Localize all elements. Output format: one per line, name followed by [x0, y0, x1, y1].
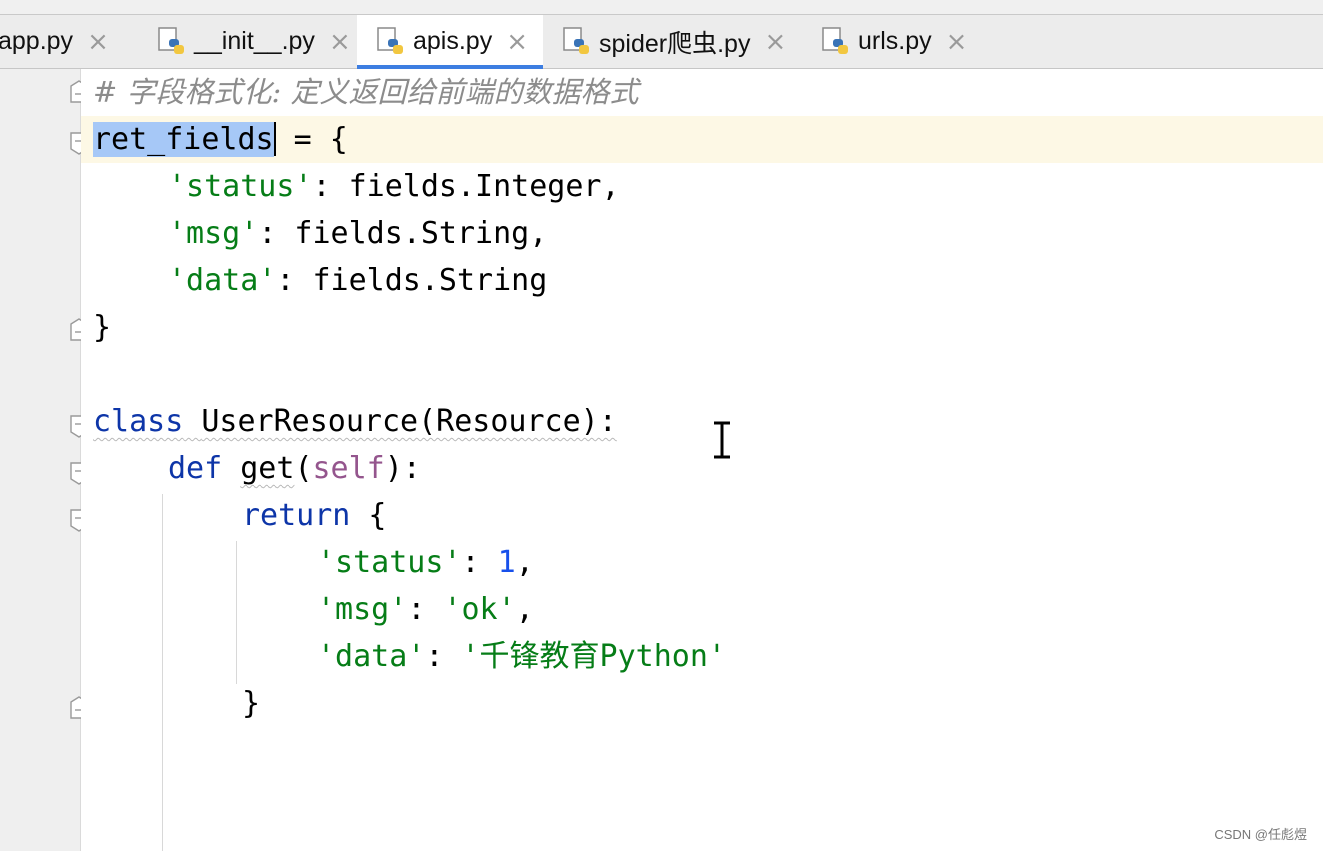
code-line-9: def get(self): [168, 451, 421, 486]
indent-guide [236, 541, 237, 684]
code-line-6: } [93, 310, 112, 345]
selected-identifier: ret_fields [93, 122, 274, 157]
close-icon[interactable]: × [506, 27, 528, 57]
tab-label: apis.py [413, 27, 493, 55]
code-line-12: 'msg': 'ok', [317, 592, 534, 627]
code-line-10: return { [242, 498, 387, 533]
close-icon[interactable]: × [329, 27, 351, 57]
close-icon[interactable]: × [946, 27, 968, 57]
tab-app-py[interactable]: app.py × [0, 15, 109, 68]
code-line-1: # 字段格式化: 定义返回给前端的数据格式 [93, 69, 639, 116]
python-file-icon [158, 26, 186, 57]
code-line-11: 'status': 1, [317, 545, 534, 580]
code-line-5: 'data': fields.String [168, 263, 548, 298]
indent-guide [162, 494, 163, 851]
code-line-13: 'data': '千锋教育Python' [317, 639, 726, 674]
tab-label: app.py [0, 27, 74, 55]
tab-label: spider爬虫.py [599, 29, 751, 58]
code-line-2: ret_fields = { [93, 121, 348, 157]
editor-gutter [0, 69, 88, 851]
python-file-icon [377, 26, 405, 57]
tab-spider-py[interactable]: spider爬虫.py × [563, 15, 786, 68]
code-line-4: 'msg': fields.String, [168, 216, 548, 251]
editor-tab-bar: app.py × __init__.py × apis.py × spider爬… [0, 15, 1323, 69]
close-icon[interactable]: × [87, 27, 109, 57]
tab-init-py[interactable]: __init__.py × [158, 15, 351, 68]
tab-apis-py[interactable]: apis.py × [357, 15, 543, 69]
watermark: CSDN @任彪煜 [1214, 827, 1307, 842]
close-icon[interactable]: × [764, 27, 786, 57]
tab-urls-py[interactable]: urls.py × [822, 15, 967, 68]
comment: # 字段格式化: 定义返回给前端的数据格式 [93, 75, 639, 109]
code-editor[interactable]: # 字段格式化: 定义返回给前端的数据格式 ret_fields = { 'st… [81, 69, 1323, 851]
text-cursor-icon [714, 421, 730, 459]
code-line-8: class UserResource(Resource): [93, 404, 617, 439]
code-line-3: 'status': fields.Integer, [168, 169, 620, 204]
code-line-14: } [242, 686, 261, 721]
window-top-strip [0, 0, 1323, 15]
tab-label: urls.py [858, 27, 932, 55]
tab-label: __init__.py [194, 27, 315, 55]
python-file-icon [822, 26, 850, 57]
python-file-icon [563, 26, 591, 57]
